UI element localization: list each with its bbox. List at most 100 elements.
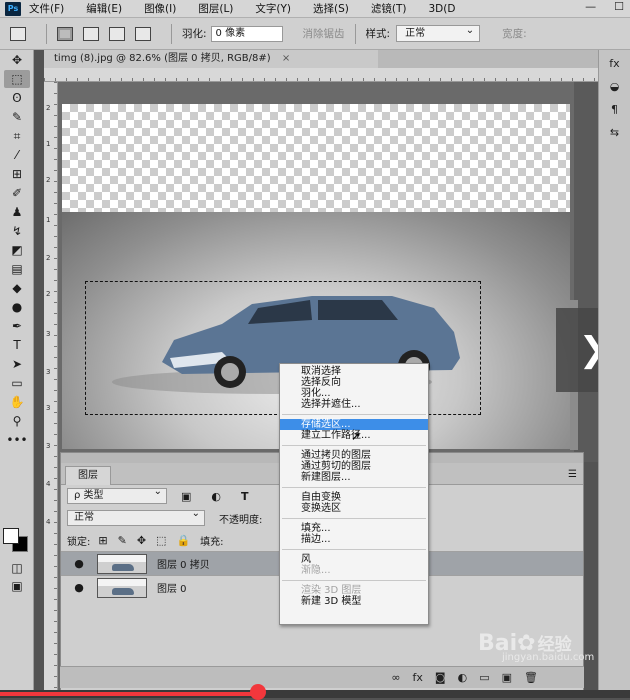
horizontal-ruler xyxy=(44,68,598,82)
document-tab[interactable]: timg (8).jpg @ 82.6% (图层 0 拷贝, RGB/8#) × xyxy=(44,50,378,68)
menu-image[interactable]: 图像(I) xyxy=(144,1,176,16)
lock-all-icon[interactable]: 🔒 xyxy=(176,534,190,547)
eraser-tool-icon[interactable]: ◩ xyxy=(4,241,30,259)
visibility-eye-icon[interactable]: ● xyxy=(61,581,97,594)
screen-mode-icon[interactable]: ▣ xyxy=(4,577,30,595)
panel-menu-icon[interactable]: ☰ xyxy=(568,469,577,480)
feather-input[interactable]: 0 像素 xyxy=(210,25,283,42)
layer-style-fx-icon[interactable]: fx xyxy=(413,671,423,684)
blend-mode-select[interactable]: 正常 xyxy=(67,507,205,526)
add-to-selection-icon[interactable] xyxy=(83,26,99,41)
foreground-color-swatch[interactable] xyxy=(3,528,19,544)
add-mask-icon[interactable]: ◙ xyxy=(435,671,446,684)
quick-mask-icon[interactable]: ◫ xyxy=(4,559,30,577)
context-menu-item[interactable]: 选择反向 xyxy=(280,377,428,388)
brush-tool-icon[interactable]: ✐ xyxy=(4,184,30,202)
context-menu-item[interactable]: 取消选择 xyxy=(280,366,428,377)
clone-stamp-tool-icon[interactable]: ♟ xyxy=(4,203,30,221)
link-layers-icon[interactable]: ∞ xyxy=(391,671,400,684)
zoom-tool-icon[interactable]: ⚲ xyxy=(4,412,30,430)
styles-fx-icon[interactable]: fx xyxy=(604,55,626,73)
style-select[interactable]: 正常 xyxy=(396,23,481,42)
healing-brush-tool-icon[interactable]: ⊞ xyxy=(4,165,30,183)
lock-transparent-pixels-icon[interactable]: ⊞ xyxy=(98,534,107,547)
menu-filter[interactable]: 滤镜(T) xyxy=(371,1,407,16)
ruler-number: 3 xyxy=(46,404,51,412)
menu-file[interactable]: 文件(F) xyxy=(29,1,64,16)
swap-icon[interactable]: ⇆ xyxy=(604,124,626,142)
opacity-label: 不透明度: xyxy=(219,514,263,526)
context-menu-item[interactable]: 风 xyxy=(280,554,428,565)
menu-separator xyxy=(282,580,426,581)
video-progress-bar[interactable] xyxy=(0,690,630,698)
maximize-icon[interactable]: ☐ xyxy=(614,0,624,13)
ruler-number: 4 xyxy=(46,480,51,488)
lasso-tool-icon[interactable]: ʘ xyxy=(4,89,30,107)
lock-position-icon[interactable]: ✥ xyxy=(137,534,146,547)
context-menu-item[interactable]: 通过拷贝的图层 xyxy=(280,450,428,461)
subtract-selection-icon[interactable] xyxy=(109,26,125,41)
marquee-tool-preset-icon[interactable] xyxy=(10,26,26,41)
menu-edit[interactable]: 编辑(E) xyxy=(86,1,122,16)
image-filter-icon[interactable]: ▣ xyxy=(181,490,191,503)
type-filter-icon[interactable]: T xyxy=(241,490,249,503)
adjustment-filter-icon[interactable]: ◐ xyxy=(211,490,221,503)
new-selection-icon[interactable] xyxy=(57,26,73,41)
context-menu-item[interactable]: 自由变换 xyxy=(280,492,428,503)
rectangular-marquee-tool-icon[interactable]: ⬚ xyxy=(4,70,30,88)
context-menu-item[interactable]: 羽化... xyxy=(280,388,428,399)
blur-tool-icon[interactable]: ◆ xyxy=(4,279,30,297)
ruler-number: 3 xyxy=(46,442,51,450)
baidu-jingyan-watermark: Bai✿ 经验 jingyan.baidu.com xyxy=(478,630,628,690)
path-selection-tool-icon[interactable]: ➤ xyxy=(4,355,30,373)
ruler-number: 2 xyxy=(46,254,51,262)
paragraph-icon[interactable]: ¶ xyxy=(604,101,626,119)
rectangle-tool-icon[interactable]: ▭ xyxy=(4,374,30,392)
tab-strip xyxy=(378,50,598,68)
menu-separator xyxy=(282,414,426,415)
minimize-icon[interactable]: — xyxy=(585,0,596,13)
visibility-eye-icon[interactable]: ● xyxy=(61,557,97,570)
adjustments-icon[interactable]: ◒ xyxy=(604,78,626,96)
pen-tool-icon[interactable]: ✒ xyxy=(4,317,30,335)
menu-bar: Ps 文件(F) 编辑(E) 图像(I) 图层(L) 文字(Y) 选择(S) 滤… xyxy=(0,0,630,18)
context-menu-item[interactable]: 变换选区 xyxy=(280,503,428,514)
context-menu-item[interactable]: 填充... xyxy=(280,523,428,534)
history-brush-tool-icon[interactable]: ↯ xyxy=(4,222,30,240)
menu-select[interactable]: 选择(S) xyxy=(313,1,349,16)
type-tool-icon[interactable]: T xyxy=(4,336,30,354)
context-menu-item[interactable]: 通过剪切的图层 xyxy=(280,461,428,472)
crop-tool-icon[interactable]: ⌗ xyxy=(4,127,30,145)
lock-artboard-icon[interactable]: ⬚ xyxy=(156,534,166,547)
move-tool-icon[interactable]: ✥ xyxy=(4,51,30,69)
menu-type[interactable]: 文字(Y) xyxy=(255,1,291,16)
context-menu-item[interactable]: 新建 3D 模型 xyxy=(280,596,428,607)
ruler-number: 1 xyxy=(46,140,51,148)
photoshop-logo-icon: Ps xyxy=(5,1,21,16)
hand-tool-icon[interactable]: ✋ xyxy=(4,393,30,411)
menu-separator xyxy=(282,518,426,519)
ruler-number: 3 xyxy=(46,368,51,376)
width-label: 宽度: xyxy=(502,28,527,40)
context-menu-item[interactable]: 描边... xyxy=(280,534,428,545)
close-tab-icon[interactable]: × xyxy=(282,53,290,64)
context-menu-item[interactable]: 新建图层... xyxy=(280,472,428,483)
quick-selection-tool-icon[interactable]: ✎ xyxy=(4,108,30,126)
gradient-tool-icon[interactable]: ▤ xyxy=(4,260,30,278)
filter-type-select[interactable]: ρ 类型 xyxy=(67,485,167,504)
eyedropper-tool-icon[interactable]: ⁄ xyxy=(4,146,30,164)
menu-layer[interactable]: 图层(L) xyxy=(198,1,233,16)
divider xyxy=(46,23,47,44)
adjustment-layer-icon[interactable]: ◐ xyxy=(458,671,468,684)
context-menu-item: 渲染 3D 图层 xyxy=(301,585,362,596)
menu-3d[interactable]: 3D(D xyxy=(428,3,455,15)
watermark-url: jingyan.baidu.com xyxy=(502,652,595,663)
dodge-tool-icon[interactable]: ● xyxy=(4,298,30,316)
tab-layers[interactable]: 图层 xyxy=(65,466,111,485)
more-tools-icon[interactable]: ••• xyxy=(4,431,30,449)
context-menu: 取消选择 选择反向 羽化... 选择并遮住... 存储选区... 建立工作路径... 通过拷… xyxy=(279,363,429,625)
intersect-selection-icon[interactable] xyxy=(135,26,151,41)
lock-image-pixels-icon[interactable]: ✎ xyxy=(118,534,127,547)
layer-name: 图层 0 xyxy=(157,584,187,595)
context-menu-item[interactable]: 选择并遮住... xyxy=(280,399,428,410)
